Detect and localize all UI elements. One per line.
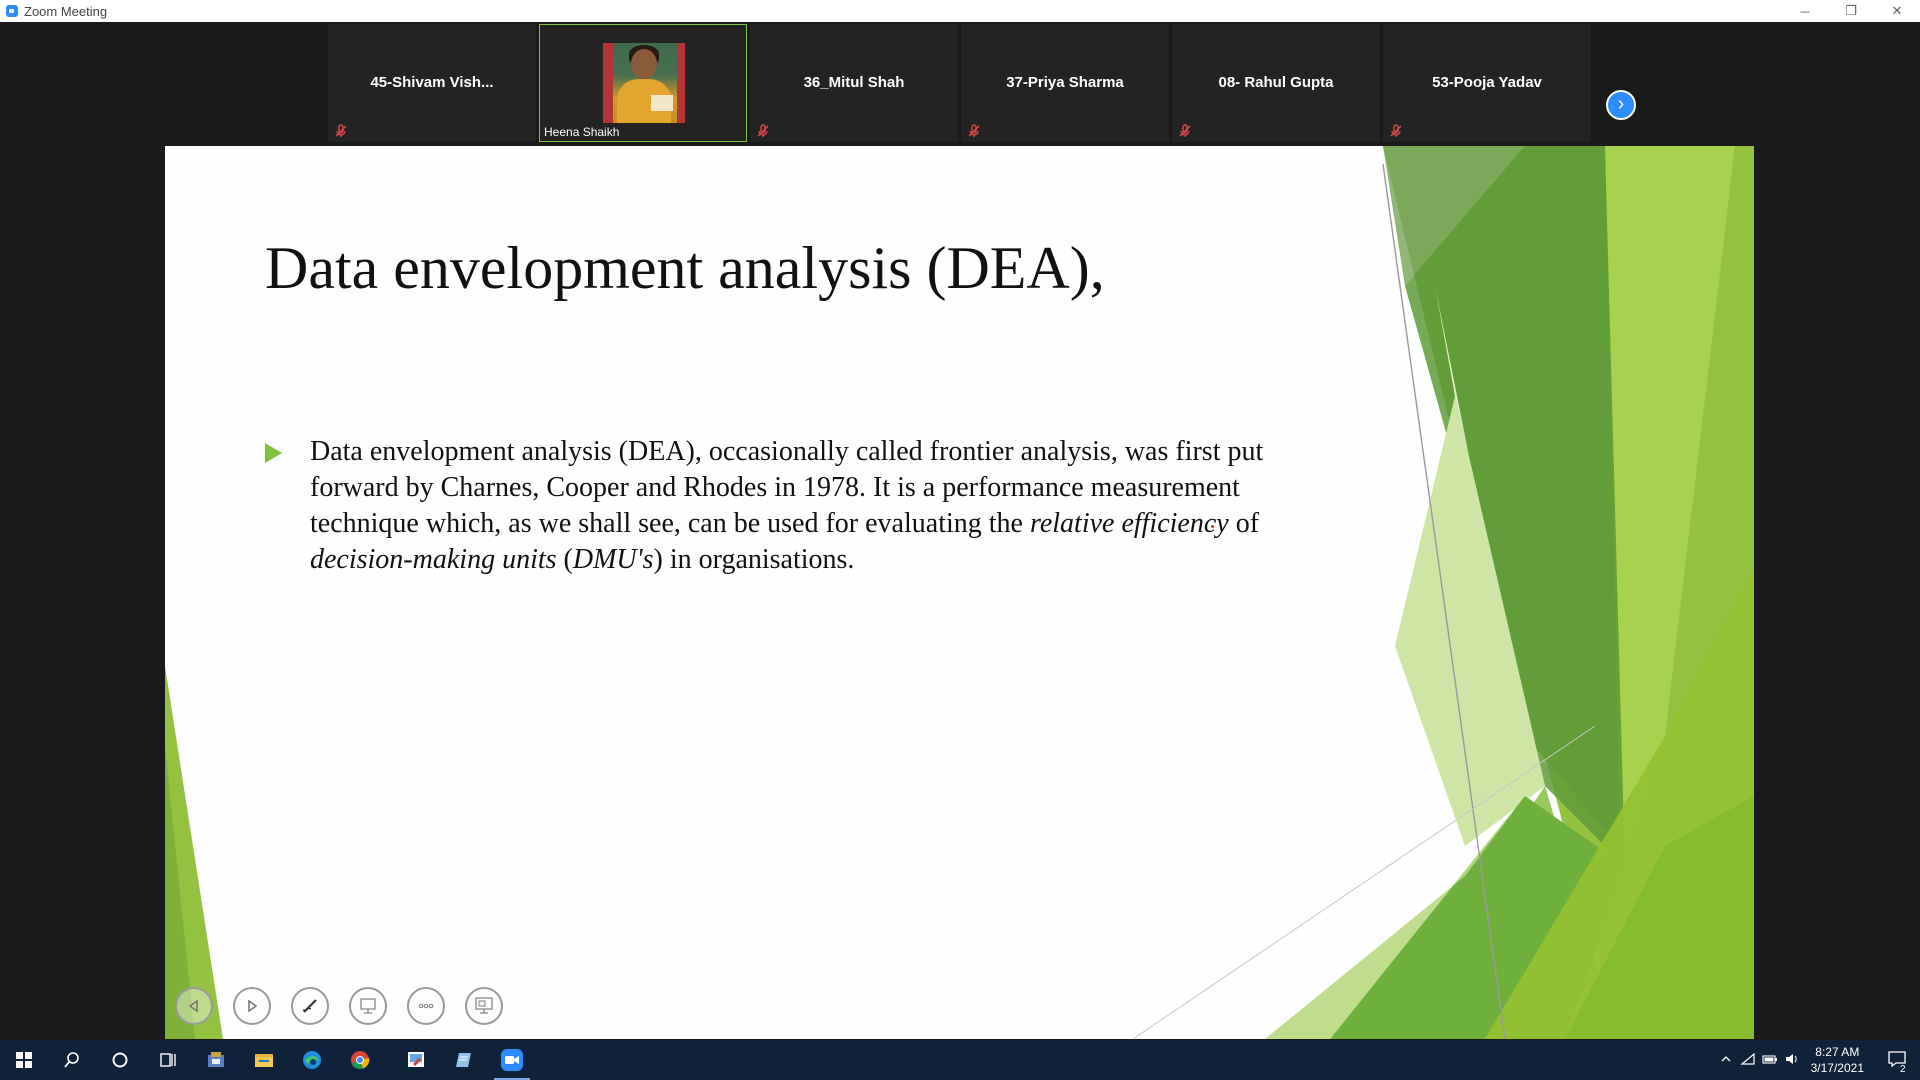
- see-all-slides-button[interactable]: [349, 987, 387, 1025]
- participant-name: Heena Shaikh: [544, 125, 620, 139]
- task-view-icon: [160, 1053, 176, 1067]
- battery-icon[interactable]: [1759, 1053, 1781, 1068]
- taskbar-app[interactable]: [192, 1040, 240, 1080]
- search-icon: [64, 1052, 79, 1068]
- previous-slide-button[interactable]: [175, 987, 213, 1025]
- close-button[interactable]: ✕: [1874, 0, 1920, 22]
- windows-start-icon: [16, 1052, 32, 1068]
- participant-name: 08- Rahul Gupta: [1218, 74, 1334, 91]
- next-icon: [248, 999, 258, 1013]
- minimize-button[interactable]: ─: [1782, 0, 1828, 22]
- slide-control-bar: [175, 987, 503, 1031]
- cortana-button[interactable]: [96, 1040, 144, 1080]
- pen-icon: [302, 999, 317, 1013]
- participant-name: 53-Pooja Yadav: [1432, 74, 1542, 91]
- volume-icon[interactable]: [1781, 1052, 1803, 1069]
- paint-icon: [408, 1052, 424, 1067]
- more-options-button[interactable]: [407, 987, 445, 1025]
- participant-name: 37-Priya Sharma: [1006, 74, 1124, 91]
- taskbar-clock[interactable]: 8:27 AM 3/17/2021: [1811, 1044, 1864, 1076]
- next-participants-button[interactable]: ›: [1606, 90, 1636, 120]
- participant-tile[interactable]: 36_Mitul Shah: [750, 24, 958, 142]
- task-view-button[interactable]: [144, 1040, 192, 1080]
- notification-center-button[interactable]: 2: [1874, 1050, 1920, 1075]
- muted-mic-icon: [968, 124, 980, 137]
- system-tray: 8:27 AM 3/17/2021 2: [1715, 1040, 1920, 1080]
- more-icon: [418, 1003, 434, 1009]
- notification-count: 2: [1900, 1063, 1906, 1075]
- app-icon: [208, 1052, 224, 1067]
- muted-mic-icon: [335, 124, 347, 137]
- taskbar-zoom[interactable]: [488, 1040, 536, 1080]
- notepad-icon: [456, 1053, 471, 1067]
- clock-time: 8:27 AM: [1815, 1045, 1860, 1059]
- participant-tile[interactable]: 08- Rahul Gupta: [1172, 24, 1380, 142]
- participant-video: [603, 43, 685, 123]
- chevron-up-icon[interactable]: [1715, 1053, 1737, 1068]
- participant-tile-active[interactable]: Heena Shaikh: [539, 24, 747, 142]
- participant-strip: 45-Shivam Vish... Heena Shaikh 36_Mitul …: [0, 22, 1920, 146]
- bullet-triangle-icon: [265, 443, 282, 463]
- zoom-icon: [501, 1049, 523, 1071]
- next-slide-button[interactable]: [233, 987, 271, 1025]
- muted-mic-icon: [1390, 124, 1402, 137]
- taskbar-chrome[interactable]: [336, 1040, 384, 1080]
- start-button[interactable]: [0, 1040, 48, 1080]
- file-explorer-icon: [255, 1054, 273, 1067]
- chrome-icon: [351, 1051, 370, 1069]
- window-titlebar: Zoom Meeting ─ ❐ ✕: [0, 0, 1920, 22]
- participant-name: 45-Shivam Vish...: [370, 74, 494, 91]
- participant-tile[interactable]: 37-Priya Sharma: [961, 24, 1169, 142]
- previous-icon: [188, 999, 198, 1013]
- slides-icon: [360, 998, 376, 1014]
- slide-title: Data envelopment analysis (DEA),: [265, 235, 1105, 301]
- laser-pointer: [1211, 525, 1214, 528]
- windows-taskbar: 8:27 AM 3/17/2021 2: [0, 1040, 1920, 1080]
- taskbar-notepad[interactable]: [440, 1040, 488, 1080]
- participant-tile[interactable]: 45-Shivam Vish...: [328, 24, 536, 142]
- bullet-text: Data envelopment analysis (DEA), occasio…: [310, 436, 1264, 575]
- wifi-icon[interactable]: [1737, 1052, 1759, 1069]
- participant-name: 36_Mitul Shah: [803, 74, 905, 91]
- zoom-app-icon: [6, 5, 18, 17]
- presenter-view-icon: [475, 997, 493, 1014]
- muted-mic-icon: [1179, 124, 1191, 137]
- search-button[interactable]: [48, 1040, 96, 1080]
- shared-slide: Data envelopment analysis (DEA), Data en…: [165, 146, 1754, 1039]
- taskbar-paint[interactable]: [392, 1040, 440, 1080]
- muted-mic-icon: [757, 124, 769, 137]
- taskbar-file-explorer[interactable]: [240, 1040, 288, 1080]
- presenter-view-button[interactable]: [465, 987, 503, 1025]
- taskbar-edge[interactable]: [288, 1040, 336, 1080]
- cortana-icon: [112, 1052, 128, 1068]
- participant-tile[interactable]: 53-Pooja Yadav: [1383, 24, 1591, 142]
- edge-icon: [303, 1051, 321, 1069]
- clock-date: 3/17/2021: [1810, 1061, 1864, 1075]
- window-title: Zoom Meeting: [24, 3, 108, 19]
- restore-button[interactable]: ❐: [1828, 0, 1874, 22]
- pen-tool-button[interactable]: [291, 987, 329, 1025]
- chevron-right-icon: ›: [1617, 93, 1625, 115]
